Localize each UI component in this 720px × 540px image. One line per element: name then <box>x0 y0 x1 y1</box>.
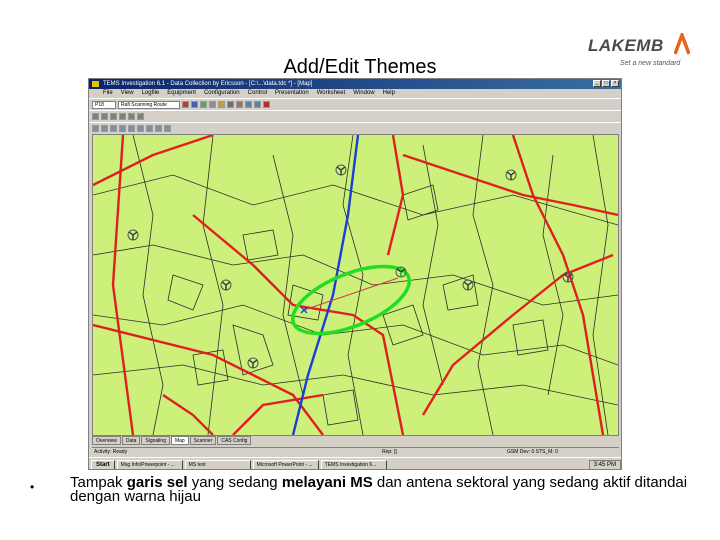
connect-icon[interactable] <box>191 101 198 108</box>
start-button[interactable]: Start <box>91 459 115 469</box>
tems-app-screenshot: TEMS Investigation 6.1 - Data Collection… <box>88 78 622 470</box>
bullet-text: Tampak garis sel yang sedang melayani MS… <box>70 474 690 504</box>
antenna-icon[interactable] <box>220 279 232 291</box>
serving-cell-line <box>303 277 399 311</box>
map-canvas[interactable] <box>92 133 619 436</box>
open-logfile-icon[interactable] <box>218 101 225 108</box>
toolbar-icon-1[interactable] <box>92 113 99 120</box>
arrow-right-icon[interactable] <box>164 125 171 132</box>
logo-mark-icon <box>674 33 690 55</box>
maximize-button[interactable]: □ <box>602 80 610 87</box>
antenna-icon[interactable] <box>335 164 347 176</box>
menu-window[interactable]: Window <box>353 89 374 98</box>
serving-cell-highlight <box>290 264 412 336</box>
toolbar-secondary <box>89 110 621 122</box>
antenna-icon[interactable] <box>462 279 474 291</box>
worksheet-tabs: Overview Data Signaling Map Scanner CAS … <box>92 436 252 445</box>
major-roads <box>92 133 619 436</box>
menu-view[interactable]: View <box>121 89 134 98</box>
save-icon[interactable] <box>227 101 234 108</box>
menu-presentation[interactable]: Presentation <box>275 89 309 98</box>
bullet-icon: • <box>30 480 35 494</box>
record-icon[interactable] <box>182 101 189 108</box>
properties-icon[interactable] <box>236 101 243 108</box>
status-bar: Activity: Ready Rep: [] GSM Dev: 0 STS_M… <box>92 447 619 456</box>
tab-map[interactable]: Map <box>170 436 189 445</box>
minimize-button[interactable]: _ <box>593 80 601 87</box>
menu-control[interactable]: Control <box>248 89 267 98</box>
info-icon[interactable] <box>137 125 144 132</box>
rewind-icon[interactable] <box>245 101 252 108</box>
equipment-select[interactable]: P18 <box>92 100 116 109</box>
toolbar-main: P18 Rafi Scanning Route <box>89 98 621 110</box>
minor-roads <box>92 134 619 436</box>
forward-icon[interactable] <box>254 101 261 108</box>
tab-scanner[interactable]: Scanner <box>189 436 217 445</box>
status-report: Rep: [] <box>382 449 397 455</box>
window-title: TEMS Investigation 6.1 - Data Collection… <box>103 81 313 87</box>
window-controls: _ □ × <box>593 80 619 87</box>
window-titlebar: TEMS Investigation 6.1 - Data Collection… <box>89 79 621 89</box>
zoom-in-icon[interactable] <box>110 125 117 132</box>
menu-bar: File View Logfile Equipment Configuratio… <box>89 89 621 98</box>
taskbar-clock: 3:45 PM <box>588 459 621 469</box>
bullet-part: yang sedang <box>187 474 282 491</box>
taskbar-item[interactable]: Microsoft PowerPoint - ... <box>252 459 319 469</box>
taskbar-item[interactable]: TEMS Investigation 6... <box>320 459 387 469</box>
antenna-icon[interactable] <box>127 229 139 241</box>
pause-icon[interactable] <box>263 101 270 108</box>
windows-taskbar: Start Msg Info/Powerpoint - ... MS test … <box>89 457 621 469</box>
play-icon[interactable] <box>200 101 207 108</box>
app-icon <box>92 81 99 87</box>
tab-data[interactable]: Data <box>121 436 141 445</box>
arrow-left-icon[interactable] <box>155 125 162 132</box>
menu-logfile[interactable]: Logfile <box>142 89 160 98</box>
menu-configuration[interactable]: Configuration <box>204 89 240 98</box>
toolbar-map <box>89 122 621 134</box>
toolbar-icon-2[interactable] <box>101 113 108 120</box>
route-select[interactable]: Rafi Scanning Route <box>118 100 180 109</box>
taskbar-item[interactable]: MS test <box>184 459 251 469</box>
ruler-icon[interactable] <box>146 125 153 132</box>
toolbar-icon-6[interactable] <box>137 113 144 120</box>
logo-text: LAKEMB <box>588 36 664 55</box>
menu-worksheet[interactable]: Worksheet <box>317 89 346 98</box>
bullet-bold-term: melayani MS <box>281 474 373 491</box>
map-view[interactable] <box>92 133 619 436</box>
menu-equipment[interactable]: Equipment <box>167 89 196 98</box>
slide-title: Add/Edit Themes <box>283 56 437 78</box>
tab-signaling[interactable]: Signaling <box>141 436 170 445</box>
map-layer-icon[interactable] <box>92 125 99 132</box>
toolbar-icon-4[interactable] <box>119 113 126 120</box>
pointer-icon[interactable] <box>101 125 108 132</box>
status-devices: GSM Dev: 0 STS_M: 0 <box>507 449 558 455</box>
logo-tagline: Set a new standard <box>620 60 681 67</box>
antenna-icon[interactable] <box>505 169 517 181</box>
toolbar-icon-5[interactable] <box>128 113 135 120</box>
stop-icon[interactable] <box>209 101 216 108</box>
taskbar-item[interactable]: Msg Info/Powerpoint - ... <box>116 459 183 469</box>
zoom-out-icon[interactable] <box>119 125 126 132</box>
status-activity: Activity: Ready <box>94 449 128 455</box>
tab-overview[interactable]: Overview <box>92 436 121 445</box>
menu-file[interactable]: File <box>103 89 113 98</box>
company-logo: LAKEMB Set a new standard <box>586 30 696 72</box>
antenna-icon[interactable] <box>247 357 259 369</box>
menu-help[interactable]: Help <box>383 89 395 98</box>
toolbar-icon-3[interactable] <box>110 113 117 120</box>
tab-cas-config[interactable]: CAS Config <box>217 436 252 445</box>
close-button[interactable]: × <box>611 80 619 87</box>
pan-icon[interactable] <box>128 125 135 132</box>
